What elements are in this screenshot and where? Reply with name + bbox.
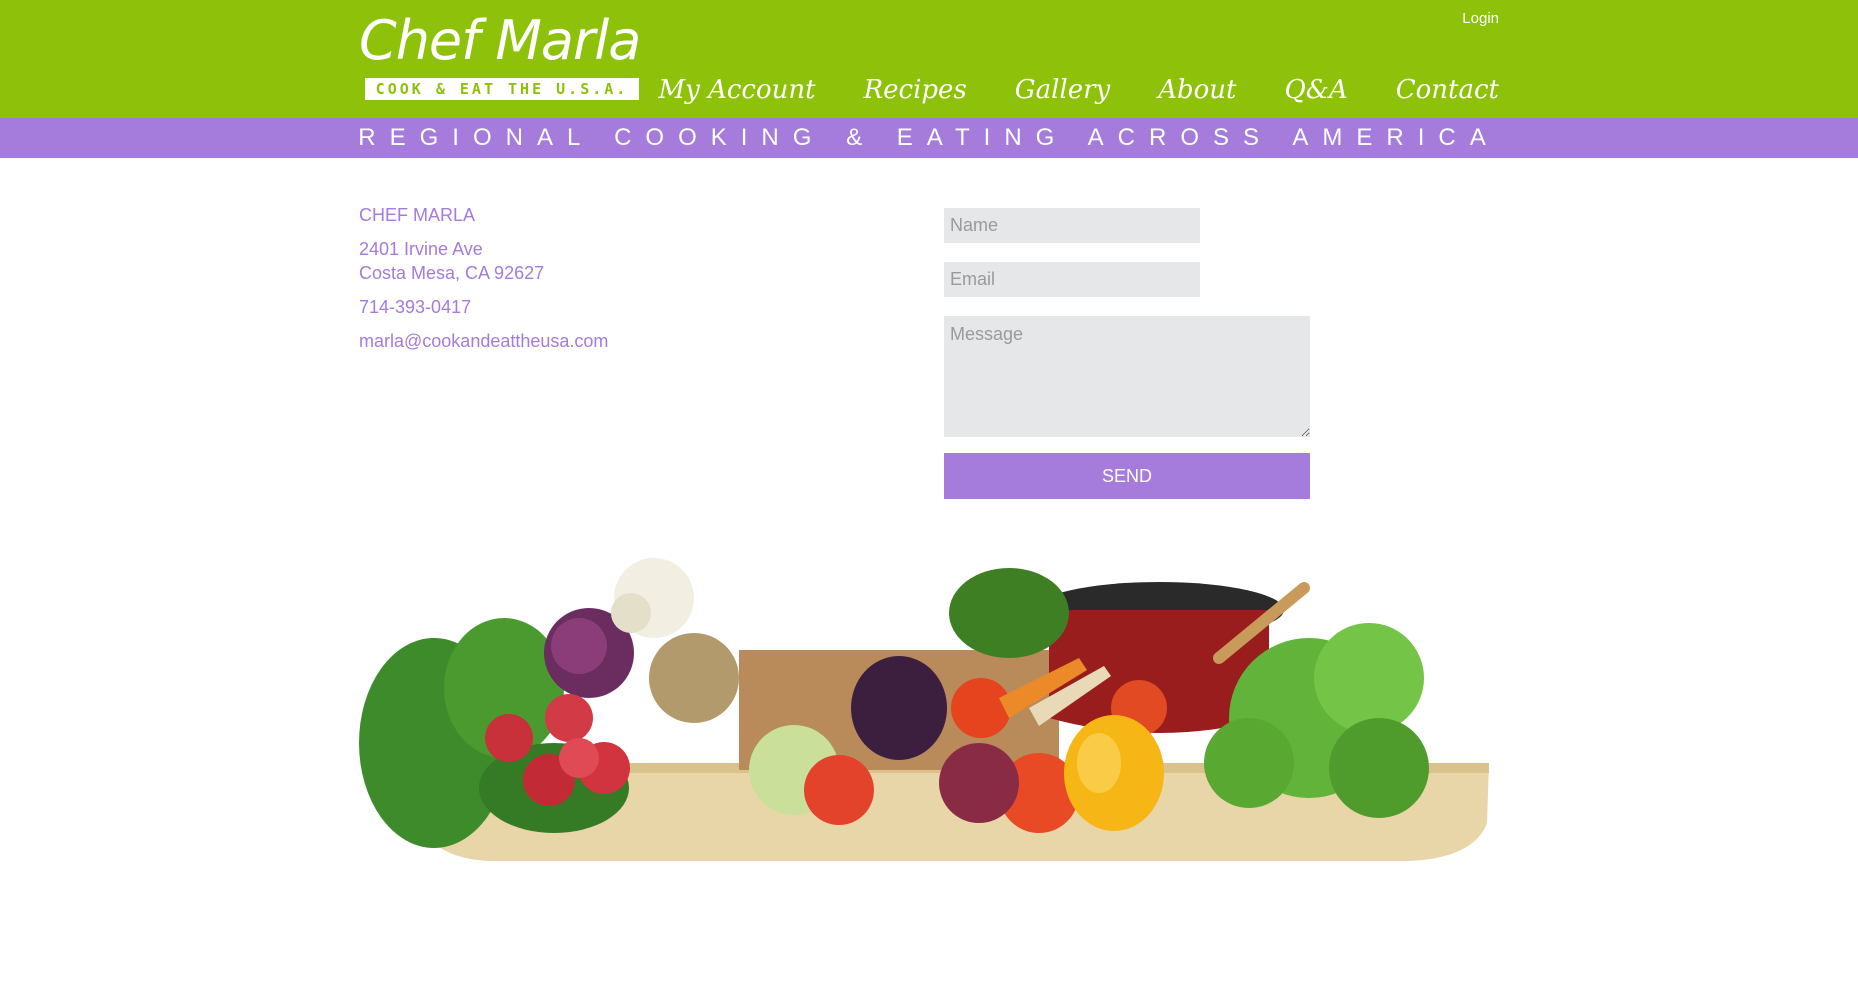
contact-email[interactable]: marla@cookandeattheusa.com [359, 329, 608, 353]
nav-about[interactable]: About [1158, 68, 1236, 112]
main-nav: My Account Recipes Gallery About Q&A Con… [659, 68, 1500, 112]
herbs [949, 568, 1069, 658]
logo-title: Chef Marla [359, 9, 641, 72]
address-line-2: Costa Mesa, CA 92627 [359, 263, 545, 283]
message-textarea[interactable] [944, 316, 1310, 437]
send-button[interactable]: SEND [944, 453, 1310, 499]
tagline-band: REGIONAL COOKING & EATING ACROSS AMERICA [0, 118, 1858, 158]
address-line-1: 2401 Irvine Ave [359, 239, 483, 259]
nav-gallery[interactable]: Gallery [1015, 68, 1110, 112]
celeriac [649, 633, 739, 723]
email-input[interactable] [944, 262, 1200, 297]
name-input[interactable] [944, 208, 1200, 243]
yellow-pepper [1064, 715, 1164, 831]
nav-recipes[interactable]: Recipes [864, 68, 967, 112]
logo[interactable]: Chef Marla COOK & EAT THE U.S.A. [359, 10, 641, 100]
eggplant [851, 656, 947, 760]
contact-address: 2401 Irvine Ave Costa Mesa, CA 92627 [359, 237, 608, 285]
contact-phone: 714-393-0417 [359, 297, 472, 317]
vegetables-image [359, 558, 1489, 861]
nav-contact[interactable]: Contact [1396, 68, 1499, 112]
site-header: Chef Marla COOK & EAT THE U.S.A. Login M… [0, 0, 1858, 118]
contact-info: CHEF MARLA 2401 Irvine Ave Costa Mesa, C… [359, 203, 608, 363]
red-onion [939, 743, 1019, 823]
contact-name: CHEF MARLA [359, 205, 476, 225]
nav-my-account[interactable]: My Account [659, 68, 816, 112]
cauliflower [611, 558, 694, 638]
contact-form: SEND [944, 208, 1310, 499]
nav-qa[interactable]: Q&A [1284, 68, 1347, 112]
login-link[interactable]: Login [1462, 10, 1499, 27]
contact-section: CHEF MARLA 2401 Irvine Ave Costa Mesa, C… [359, 158, 1499, 995]
logo-tagline: COOK & EAT THE U.S.A. [365, 78, 639, 100]
